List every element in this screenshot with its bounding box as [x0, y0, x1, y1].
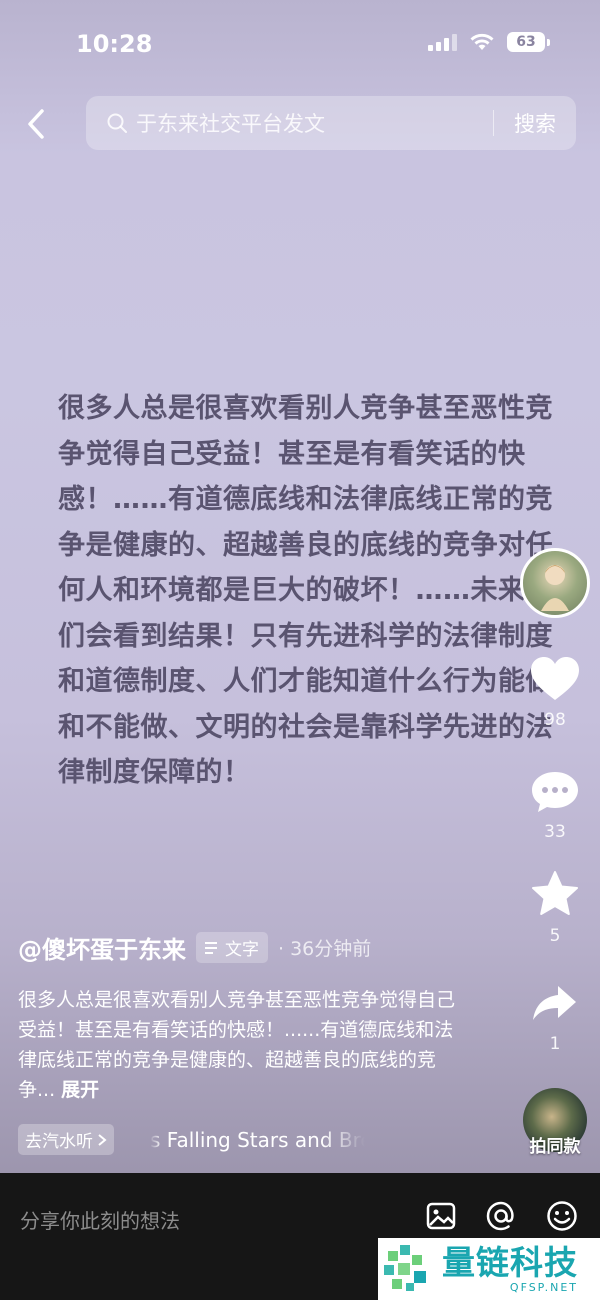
- music-row: 去汽水听 s Falling Stars and Bre: [18, 1124, 365, 1155]
- share-icon[interactable]: [530, 982, 580, 1026]
- comment-count: 33: [544, 822, 566, 842]
- watermark: 量链科技 QFSP.NET: [378, 1238, 600, 1300]
- post-body-text: 很多人总是很喜欢看别人竞争甚至恶性竞争觉得自己受益！甚至是有看笑话的快感！……有…: [58, 393, 553, 788]
- listen-chip-label: 去汽水听: [25, 1132, 93, 1152]
- comment-action[interactable]: 33: [510, 770, 600, 842]
- post-timestamp: · 36分钟前: [278, 938, 372, 960]
- share-count: 1: [549, 1034, 561, 1054]
- search-icon: [107, 113, 127, 133]
- status-icons: 63: [428, 32, 550, 52]
- avatar-image: [541, 565, 569, 611]
- author-row: @傻坏蛋于东来 文字 · 36分钟前: [18, 930, 371, 965]
- same-style-label: 拍同款: [529, 1137, 581, 1157]
- emoji-icon[interactable]: [545, 1199, 579, 1233]
- listen-in-app-chip[interactable]: 去汽水听: [18, 1124, 114, 1155]
- text-lines-icon: [205, 941, 217, 954]
- watermark-logo-icon: [384, 1245, 426, 1291]
- author-name[interactable]: @傻坏蛋于东来: [18, 930, 186, 965]
- search-button[interactable]: 搜索: [494, 108, 576, 138]
- like-action[interactable]: 98: [510, 656, 600, 730]
- comment-input[interactable]: 分享你此刻的想法: [20, 1205, 180, 1234]
- image-icon[interactable]: [424, 1199, 458, 1233]
- chevron-right-icon: [98, 1133, 107, 1146]
- expand-button[interactable]: 展开: [61, 1079, 99, 1101]
- favorite-action[interactable]: 5: [510, 870, 600, 946]
- signal-icon: [428, 33, 457, 51]
- search-input[interactable]: 于东来社交平台发文: [136, 108, 493, 138]
- post-type-label: 文字: [225, 940, 259, 960]
- favorite-count: 5: [549, 926, 561, 946]
- music-title-marquee[interactable]: s Falling Stars and Bre: [150, 1128, 365, 1152]
- search-bar[interactable]: 于东来社交平台发文 搜索: [86, 96, 576, 150]
- status-bar: 10:28 63: [0, 0, 600, 88]
- like-count: 98: [544, 710, 566, 730]
- mention-icon[interactable]: [484, 1199, 518, 1233]
- wifi-icon: [470, 33, 494, 50]
- post-type-badge: 文字: [196, 932, 268, 963]
- star-icon[interactable]: [530, 870, 580, 918]
- heart-icon[interactable]: [529, 656, 581, 702]
- watermark-brand: 量链科技: [442, 1242, 578, 1282]
- comment-icon[interactable]: [530, 770, 580, 814]
- same-style-button[interactable]: 拍同款: [522, 1088, 588, 1157]
- back-chevron-icon[interactable]: [22, 106, 52, 142]
- status-time: 10:28: [76, 30, 153, 58]
- post-caption[interactable]: 很多人总是很喜欢看别人竞争甚至恶性竞争觉得自己受益！甚至是有看笑话的快感！...…: [18, 985, 458, 1105]
- watermark-domain: QFSP.NET: [509, 1280, 578, 1294]
- battery-icon: 63: [507, 32, 550, 52]
- author-avatar[interactable]: [520, 548, 590, 618]
- share-action[interactable]: 1: [510, 982, 600, 1054]
- battery-level: 63: [507, 32, 545, 52]
